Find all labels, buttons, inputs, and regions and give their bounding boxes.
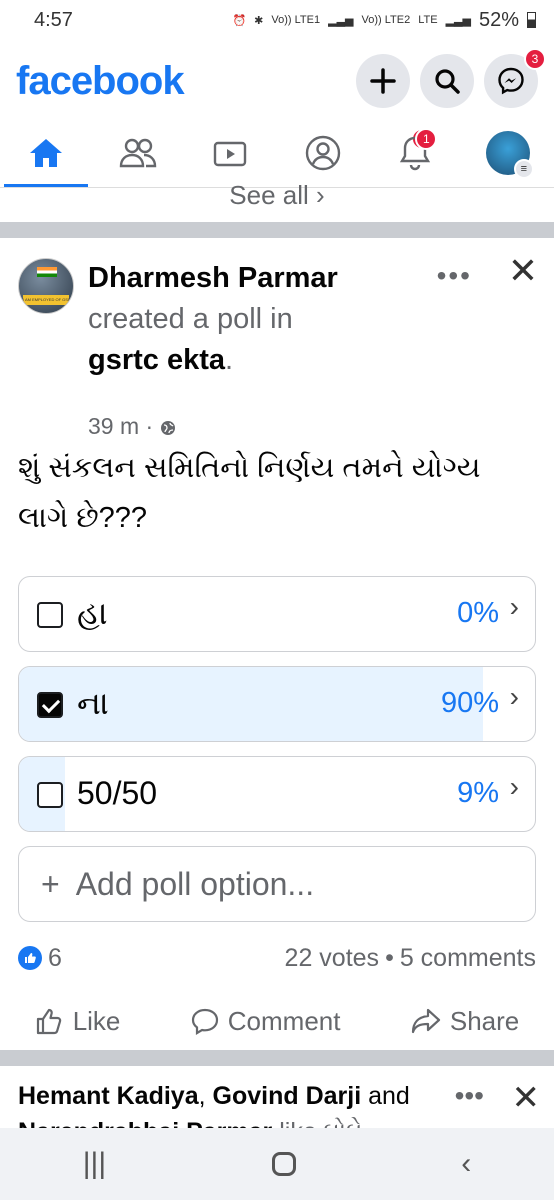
poll-option[interactable]: હા 0% › <box>18 576 536 652</box>
create-button[interactable] <box>356 54 410 108</box>
see-all-link[interactable]: See all › <box>0 180 554 220</box>
search-icon <box>435 69 460 94</box>
profile-icon <box>305 135 341 170</box>
poll-option-label: હા <box>77 595 108 631</box>
user-avatar: ≡ <box>485 130 534 179</box>
share-icon <box>411 1008 440 1034</box>
tab-video[interactable]: 12 <box>185 118 439 187</box>
liker-name[interactable]: Govind Darji <box>213 1082 362 1110</box>
post-action-text: created a poll in <box>88 303 293 335</box>
thumbs-up-icon <box>36 1008 61 1035</box>
poll-option-label: ના <box>77 685 109 721</box>
main-tabs: 12 1 ≡ <box>0 118 554 188</box>
friends-icon <box>120 138 157 167</box>
poll-question: શું સંકલન સમિતિનો નિર્ણય તમને યોગ્ય લાગે… <box>18 452 481 534</box>
chevron-right-icon: › <box>509 771 519 802</box>
lte-label: LTE <box>418 14 438 26</box>
flag-graphic <box>37 267 57 277</box>
tab-notifications[interactable]: 1 <box>369 118 461 187</box>
comment-button[interactable]: Comment <box>190 1005 341 1037</box>
comments-count[interactable]: 5 comments <box>400 944 536 973</box>
home-icon <box>30 138 63 167</box>
poll-option[interactable]: 50/50 9% › <box>18 756 536 832</box>
group-line: gsrtc ekta. <box>88 340 338 381</box>
like-reaction-icon[interactable] <box>18 946 42 970</box>
share-label: Share <box>449 1005 520 1036</box>
author-name[interactable]: Dharmesh Parmar <box>88 258 338 299</box>
battery-level: 52% <box>478 8 519 31</box>
post-actions: Like Comment Share <box>0 996 554 1046</box>
plus-icon <box>370 68 396 94</box>
status-bar: 4:57 ⏰ ✱ Vo)) LTE1 ▂▃▅ Vo)) LTE2 LTE ▂▃▅… <box>0 0 554 40</box>
alarm-icon: ⏰ <box>232 14 247 27</box>
close-icon[interactable]: ✕ <box>512 1078 541 1118</box>
like-button[interactable]: Like <box>35 1005 121 1037</box>
comment-label: Comment <box>227 1005 341 1036</box>
poll-checkbox[interactable] <box>37 602 63 628</box>
video-icon <box>213 141 247 166</box>
signal-icon: ▂▃▅ <box>328 14 354 27</box>
network-1-label: Vo)) LTE1 <box>271 14 321 26</box>
next-post: Hemant Kadiya, Govind Darji and Narendra… <box>0 1070 554 1130</box>
tab-menu[interactable]: ≡ <box>462 118 554 187</box>
more-options-icon[interactable]: ••• <box>437 260 472 292</box>
group-suffix: . <box>225 344 234 376</box>
tab-profile[interactable] <box>277 118 369 187</box>
system-nav-bar: ||| ‹ <box>0 1128 554 1200</box>
comment-icon <box>191 1008 218 1035</box>
feed-separator <box>0 1050 554 1066</box>
poll-checkbox-checked[interactable] <box>37 692 63 718</box>
share-button[interactable]: Share <box>410 1006 519 1037</box>
notifications-badge: 1 <box>415 128 438 150</box>
more-options-icon[interactable]: ••• <box>455 1080 484 1112</box>
feed-separator <box>0 222 554 238</box>
reactions-count[interactable]: 6 <box>48 944 62 973</box>
like-label: Like <box>72 1005 121 1036</box>
add-poll-option-button[interactable]: + Add poll option... <box>18 846 536 922</box>
menu-icon: ≡ <box>513 158 534 179</box>
plus-icon: + <box>41 865 60 902</box>
stats-separator: • <box>385 943 394 972</box>
messenger-badge: 3 <box>524 48 546 70</box>
add-poll-option-label: Add poll option... <box>75 865 315 902</box>
meta-separator: · <box>145 413 154 439</box>
close-icon[interactable]: ✕ <box>508 250 538 292</box>
signal-icon: ▂▃▅ <box>445 14 471 27</box>
poll-option-label: 50/50 <box>77 775 158 811</box>
network-2-label: Vo)) LTE2 <box>361 14 411 26</box>
poll-option-percent: 0% <box>457 597 499 629</box>
home-button-icon[interactable] <box>271 1152 296 1176</box>
chevron-right-icon: › <box>509 681 519 712</box>
next-post-header: Hemant Kadiya, Govind Darji and Narendra… <box>18 1078 448 1130</box>
battery-icon <box>527 12 536 28</box>
poll-checkbox[interactable] <box>37 782 63 808</box>
post-meta: 39 m · <box>88 406 176 447</box>
tab-friends[interactable] <box>92 118 184 187</box>
post-stats: 6 22 votes • 5 comments <box>18 938 536 978</box>
group-name[interactable]: gsrtc ekta <box>88 344 225 376</box>
globe-icon <box>160 420 175 435</box>
liker-name[interactable]: Hemant Kadiya <box>18 1082 199 1110</box>
post-header-text: Dharmesh Parmar created a poll in gsrtc … <box>88 258 338 439</box>
tab-home[interactable] <box>0 118 92 187</box>
recent-apps-icon[interactable]: ||| <box>83 1147 106 1181</box>
votes-count[interactable]: 22 votes <box>285 944 380 973</box>
author-avatar[interactable]: I AM EMPLOYED OF GSRTC <box>18 258 74 314</box>
app-header: facebook 3 <box>0 46 554 116</box>
poll-option-percent: 9% <box>457 777 499 809</box>
system-icons: ⏰ ✱ Vo)) LTE1 ▂▃▅ Vo)) LTE2 LTE ▂▃▅ 52% <box>232 9 536 32</box>
messenger-button[interactable]: 3 <box>484 48 546 108</box>
chevron-right-icon: › <box>509 591 519 622</box>
poll-option[interactable]: ના 90% › <box>18 666 536 742</box>
messenger-icon <box>498 67 524 95</box>
search-button[interactable] <box>420 54 474 108</box>
post-time[interactable]: 39 m <box>88 413 139 439</box>
status-time: 4:57 <box>34 8 73 31</box>
avatar-caption: I AM EMPLOYED OF GSRTC <box>23 295 69 305</box>
bluetooth-icon: ✱ <box>254 14 264 27</box>
facebook-logo[interactable]: facebook <box>16 59 346 104</box>
back-icon[interactable]: ‹ <box>461 1147 471 1181</box>
poll-option-percent: 90% <box>440 687 499 719</box>
